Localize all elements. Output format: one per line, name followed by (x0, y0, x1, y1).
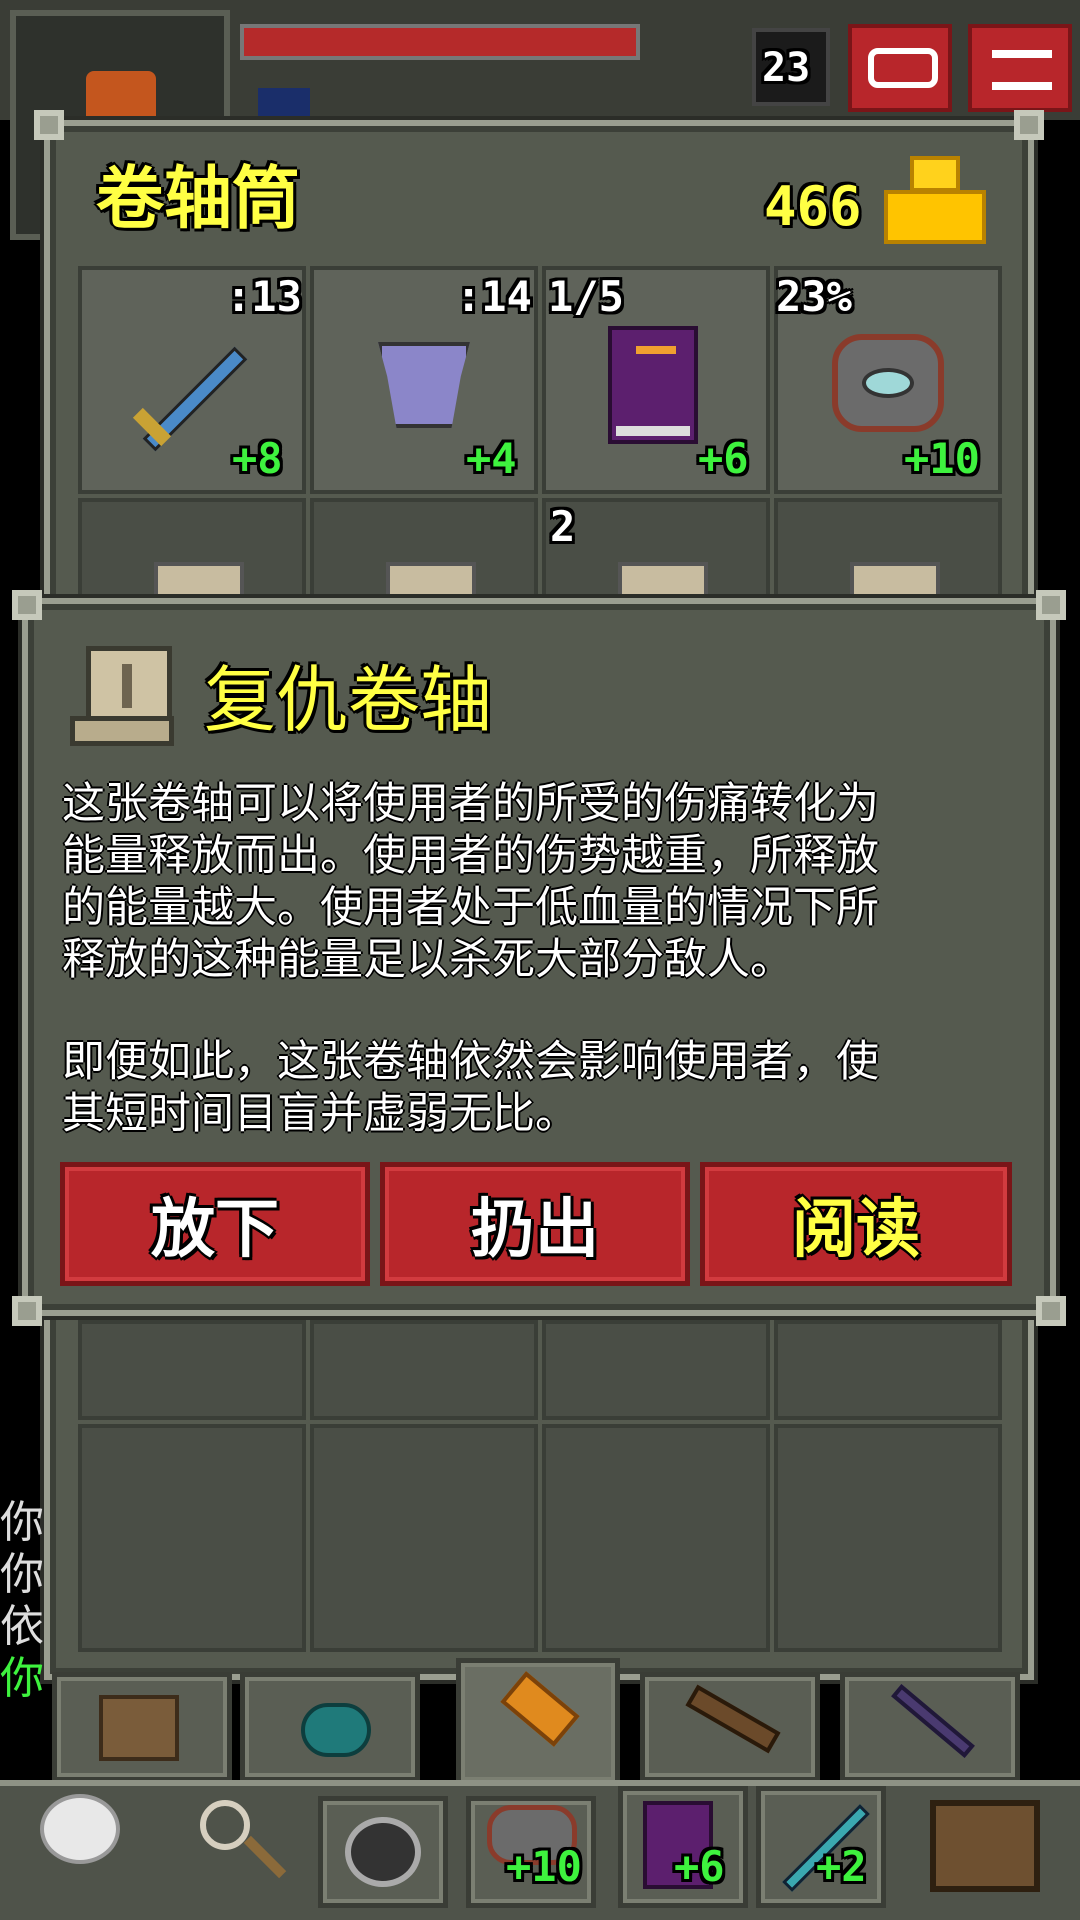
bag-tab-main[interactable] (52, 1672, 232, 1782)
quickslot-2-bonus: +10 (506, 1842, 582, 1891)
search-icon (868, 48, 938, 88)
bag-slot[interactable] (774, 1424, 1002, 1652)
gold-count: 466 (764, 175, 862, 238)
wand-holster-icon (891, 1684, 975, 1758)
ring-icon (345, 1817, 421, 1887)
search-button[interactable] (848, 24, 952, 112)
bag-slot[interactable] (542, 1320, 770, 1420)
menu-icon (992, 50, 1052, 90)
item-description: 这张卷轴可以将使用者的所受的伤痛转化为 能量释放而出。使用者的伤势越重，所释放 … (62, 779, 879, 985)
scroll-holder-icon (500, 1671, 580, 1747)
throw-button[interactable]: 扔出 (380, 1162, 690, 1286)
scroll-item-icon (70, 646, 180, 750)
backpack-icon (930, 1800, 1040, 1892)
seed-pouch-icon (301, 1703, 371, 1757)
panel-corner (34, 110, 64, 140)
eye-icon (862, 368, 914, 398)
quickslot-1[interactable] (318, 1796, 448, 1908)
quickslot-3-bonus: +6 (674, 1842, 725, 1891)
shield-label: 23% (776, 272, 852, 321)
bag-title: 卷轴筒 (96, 160, 301, 239)
shield-icon (832, 334, 944, 432)
depth-indicator: 23 (752, 28, 830, 106)
sword-bonus: +8 (232, 434, 283, 483)
drop-button[interactable]: 放下 (60, 1162, 370, 1286)
log-line: 你 (0, 1497, 44, 1548)
bag-slot[interactable] (78, 1320, 306, 1420)
read-button[interactable]: 阅读 (700, 1162, 1012, 1286)
armor-bonus: +4 (466, 434, 517, 483)
health-bar (240, 24, 640, 60)
log-line: 你 (0, 1653, 44, 1704)
book-bonus: +6 (698, 434, 749, 483)
book-label: 1/5 (548, 272, 624, 321)
bag-slot[interactable] (310, 1424, 538, 1652)
game-log: 你 你 依 你 (0, 1498, 44, 1718)
wait-button[interactable] (20, 1790, 150, 1908)
quickslot-4-bonus: +2 (816, 1842, 867, 1891)
item-description-2: 即便如此，这张卷轴依然会影响使用者，使 其短时间目盲并虚弱无比。 (62, 1037, 879, 1139)
bag-tab-seeds[interactable] (240, 1672, 420, 1782)
log-line: 你 (0, 1549, 44, 1600)
depth-number: 23 (762, 45, 811, 91)
panel-corner (1036, 590, 1066, 620)
bag-slot[interactable] (78, 1424, 306, 1652)
backpack-icon (99, 1695, 179, 1761)
bag-slot[interactable] (310, 1320, 538, 1420)
scroll-count: 2 (550, 502, 576, 551)
shield-bonus: +10 (904, 434, 980, 483)
panel-corner (12, 590, 42, 620)
bag-tab-wands[interactable] (840, 1672, 1020, 1782)
bag-slot[interactable] (542, 1424, 770, 1652)
log-line: 依 (0, 1601, 44, 1652)
search-tool-button[interactable] (170, 1790, 300, 1908)
panel-corner (1014, 110, 1044, 140)
clock-icon (40, 1794, 120, 1864)
panel-corner (12, 1296, 42, 1326)
menu-button[interactable] (968, 24, 1072, 112)
gold-icon (880, 156, 990, 248)
inventory-button[interactable] (910, 1790, 1060, 1908)
bag-slot[interactable] (774, 1320, 1002, 1420)
quiver-icon (685, 1684, 781, 1754)
sword-label: :13 (226, 272, 302, 321)
panel-corner (1036, 1296, 1066, 1326)
book-icon (608, 326, 698, 444)
armor-icon (378, 342, 470, 428)
armor-label: :14 (456, 272, 532, 321)
bag-tab-scrolls[interactable] (456, 1658, 620, 1786)
bag-tab-potions[interactable] (640, 1672, 820, 1782)
item-title: 复仇卷轴 (204, 658, 493, 742)
